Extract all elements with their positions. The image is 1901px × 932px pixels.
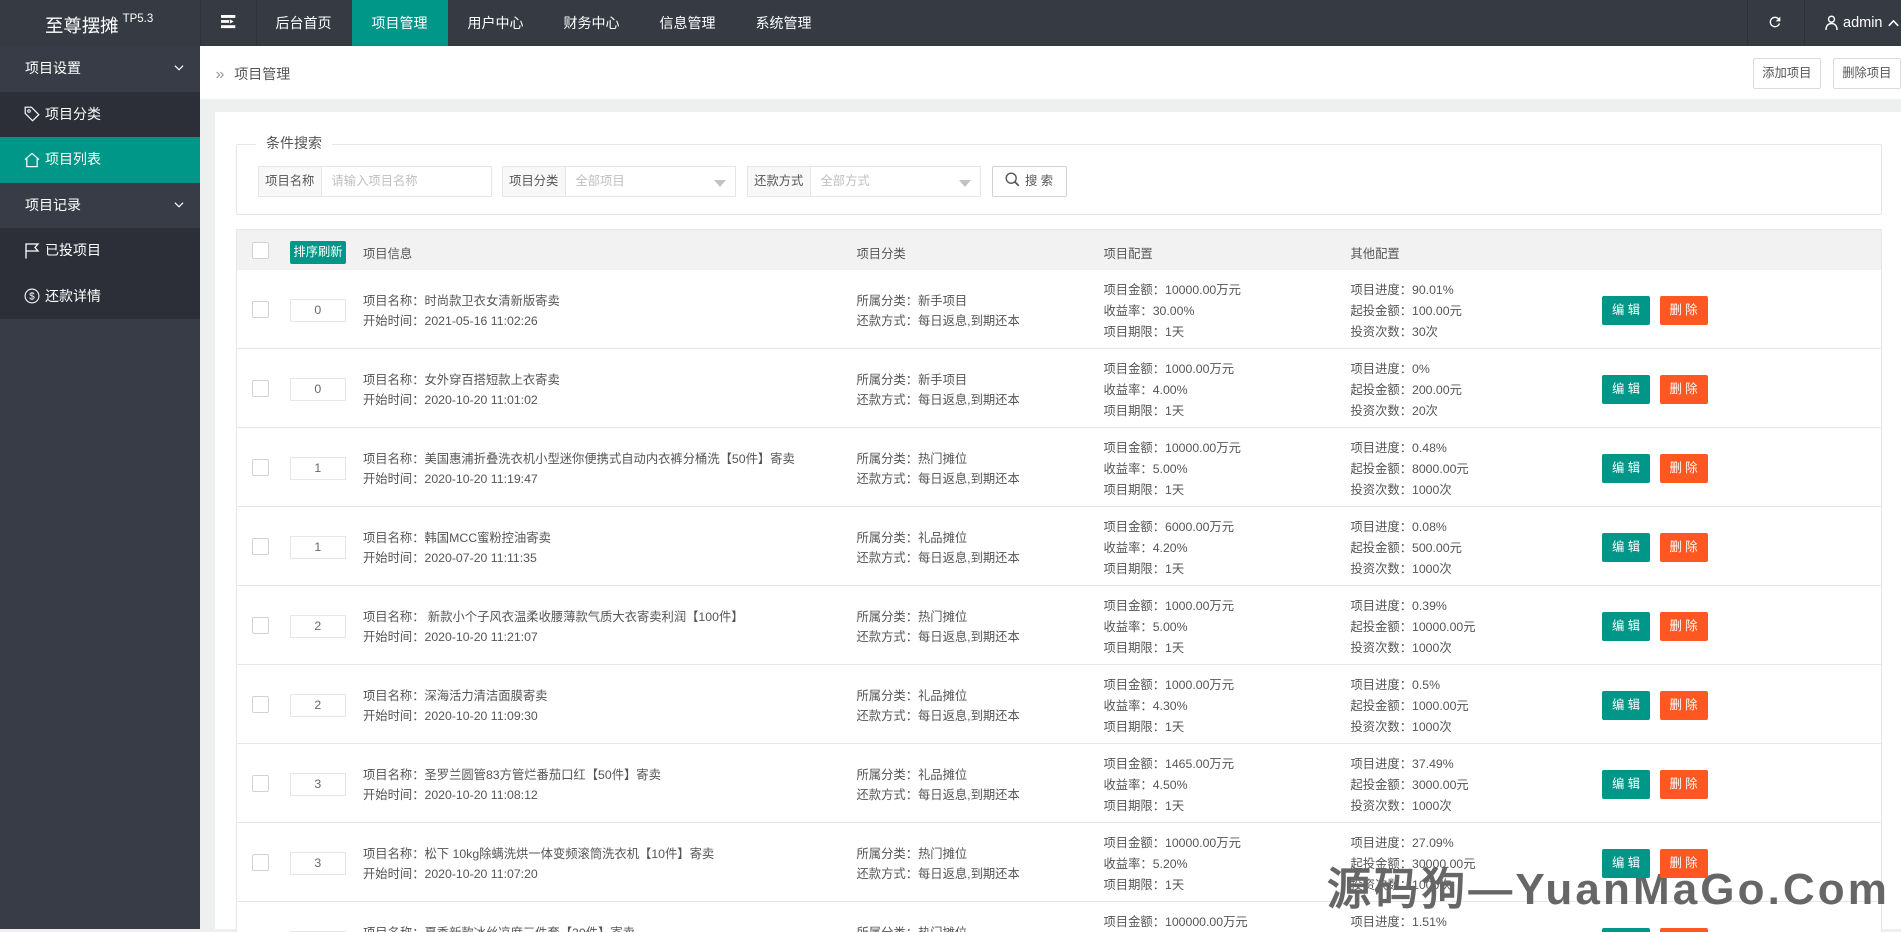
svg-text:$: $	[29, 292, 35, 303]
